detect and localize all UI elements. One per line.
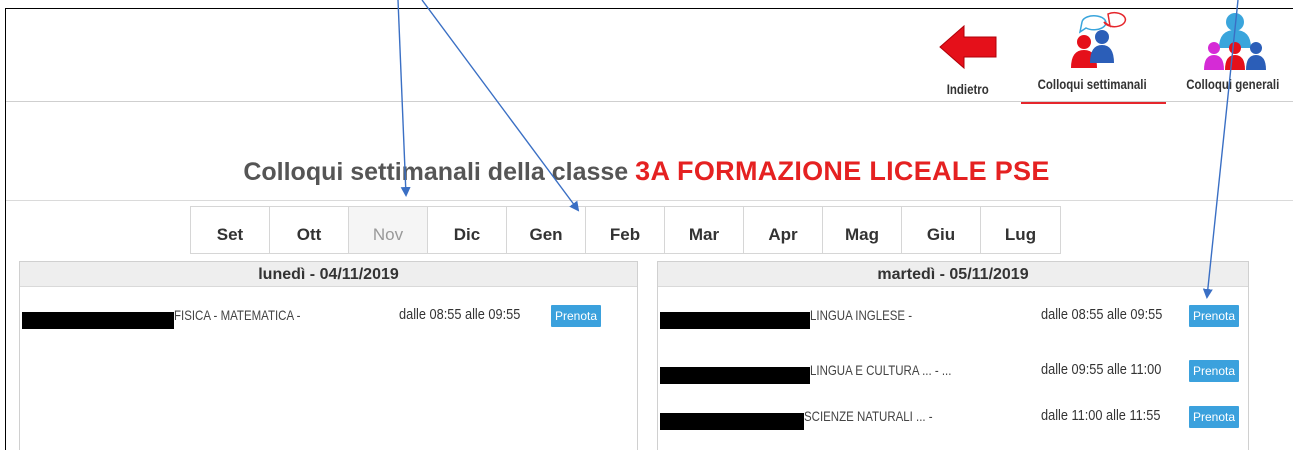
slot-subject: SCIENZE NATURALI ... - bbox=[804, 408, 933, 424]
book-button[interactable]: Prenota bbox=[1189, 305, 1240, 327]
page-title-class: 3A FORMAZIONE LICEALE PSE bbox=[635, 156, 1050, 186]
tab-month-gen[interactable]: Gen bbox=[507, 207, 586, 253]
tab-month-apr[interactable]: Apr bbox=[744, 207, 823, 253]
slot-time: dalle 11:00 alle 11:55 bbox=[1041, 408, 1161, 424]
slot-subject: LINGUA E CULTURA ... - ... bbox=[810, 362, 952, 378]
back-arrow-icon bbox=[939, 24, 997, 70]
redacted-teacher-name bbox=[660, 312, 810, 329]
tab-month-feb[interactable]: Feb bbox=[586, 207, 665, 253]
page-title: Colloqui settimanali della classe 3A FOR… bbox=[0, 156, 1293, 187]
redacted-teacher-name bbox=[22, 312, 174, 329]
nav-general-label: Colloqui generali bbox=[1185, 77, 1280, 92]
tab-month-lug[interactable]: Lug bbox=[981, 207, 1060, 253]
slot-subject: FISICA - MATEMATICA - bbox=[174, 307, 301, 323]
tab-month-dic[interactable]: Dic bbox=[428, 207, 507, 253]
slot-time: dalle 08:55 alle 09:55 bbox=[1041, 307, 1163, 323]
day-header: lunedì - 04/11/2019 bbox=[20, 262, 637, 287]
slot-subject: LINGUA INGLESE - bbox=[810, 307, 913, 323]
tab-month-ott[interactable]: Ott bbox=[270, 207, 349, 253]
slot-row: SCIENZE NATURALI ... - dalle 11:00 alle … bbox=[658, 403, 1248, 431]
nav-back[interactable]: Indietro bbox=[938, 22, 998, 102]
redacted-teacher-name bbox=[660, 413, 804, 430]
nav-general[interactable]: Colloqui generali bbox=[1172, 8, 1293, 100]
slot-row: FISICA - MATEMATICA - dalle 08:55 alle 0… bbox=[20, 302, 637, 330]
redacted-teacher-name bbox=[660, 367, 810, 384]
weekly-meetings-icon bbox=[1070, 11, 1126, 68]
book-button[interactable]: Prenota bbox=[1189, 360, 1240, 382]
header-divider bbox=[6, 101, 1293, 102]
book-button[interactable]: Prenota bbox=[551, 305, 602, 327]
title-divider bbox=[6, 200, 1293, 201]
slot-row: LINGUA E CULTURA ... - ... dalle 09:55 a… bbox=[658, 357, 1248, 385]
tab-month-giu[interactable]: Giu bbox=[902, 207, 981, 253]
page-title-main: Colloqui settimanali della classe bbox=[243, 158, 629, 186]
book-button[interactable]: Prenota bbox=[1189, 406, 1240, 428]
tab-month-mag[interactable]: Mag bbox=[823, 207, 902, 253]
slot-time: dalle 09:55 alle 11:00 bbox=[1041, 362, 1162, 378]
tab-month-set[interactable]: Set bbox=[191, 207, 270, 253]
slot-row: LINGUA INGLESE - dalle 08:55 alle 09:55 … bbox=[658, 302, 1248, 330]
slot-time: dalle 08:55 alle 09:55 bbox=[399, 307, 521, 323]
day-panel-tuesday: martedì - 05/11/2019 LINGUA INGLESE - da… bbox=[657, 261, 1249, 450]
day-header: martedì - 05/11/2019 bbox=[658, 262, 1248, 287]
tab-month-mar[interactable]: Mar bbox=[665, 207, 744, 253]
tab-month-nov[interactable]: Nov bbox=[349, 207, 428, 253]
nav-weekly[interactable]: Colloqui settimanali bbox=[1015, 8, 1170, 100]
month-tabs: Set Ott Nov Dic Gen Feb Mar Apr Mag Giu … bbox=[190, 206, 1061, 254]
day-panel-monday: lunedì - 04/11/2019 FISICA - MATEMATICA … bbox=[19, 261, 638, 450]
nav-back-label: Indietro bbox=[946, 82, 990, 97]
nav-weekly-label: Colloqui settimanali bbox=[1037, 77, 1148, 92]
general-meetings-icon bbox=[1203, 13, 1266, 70]
